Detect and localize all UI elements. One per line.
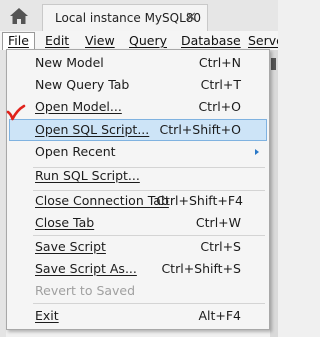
menu-item-open-sql-script[interactable]: Open SQL Script... Ctrl+Shift+O	[9, 119, 267, 141]
menu-item-shortcut: Ctrl+T	[200, 77, 241, 92]
menu-edit[interactable]: Edit	[45, 31, 69, 50]
menu-item-revert-to-saved: Revert to Saved	[9, 280, 267, 302]
menu-item-new-query-tab[interactable]: New Query Tab Ctrl+T	[9, 74, 267, 96]
tab-strip: Local instance MySQL80 ×	[0, 0, 278, 32]
menu-item-label: Close Tab	[35, 215, 95, 230]
menu-item-shortcut: Ctrl+Shift+F4	[156, 193, 243, 208]
menu-item-label: Revert to Saved	[35, 283, 136, 298]
menu-bar: File Edit View Query Database Server	[0, 31, 278, 50]
menu-item-label: Open Recent	[35, 144, 116, 159]
menu-item-label: New Model	[35, 55, 104, 70]
menu-file[interactable]: File	[2, 32, 35, 50]
menu-item-label: Exit	[35, 308, 59, 323]
red-checkmark-icon	[6, 104, 26, 121]
background-scrollbar	[270, 50, 278, 337]
menu-item-label: Save Script	[35, 239, 106, 254]
menu-item-shortcut: Ctrl+Shift+S	[161, 261, 241, 276]
menu-item-save-script-as[interactable]: Save Script As... Ctrl+Shift+S	[9, 258, 267, 280]
home-icon	[10, 7, 28, 24]
tab-label: Local instance MySQL80	[55, 11, 202, 25]
home-button[interactable]	[0, 0, 38, 31]
menu-item-close-tab[interactable]: Close Tab Ctrl+W	[9, 212, 267, 234]
menu-item-shortcut: Ctrl+N	[198, 55, 241, 70]
menu-item-shortcut: Ctrl+S	[200, 239, 241, 254]
menu-item-label: Open Model...	[35, 99, 122, 114]
menu-item-new-model[interactable]: New Model Ctrl+N	[9, 52, 267, 74]
menu-separator	[33, 303, 265, 304]
menu-item-label: Save Script As...	[35, 261, 137, 276]
menu-item-label: Close Connection Tab	[35, 193, 169, 208]
menu-item-shortcut: Ctrl+W	[195, 215, 241, 230]
menu-item-open-recent[interactable]: Open Recent	[9, 141, 267, 163]
close-icon[interactable]: ×	[185, 9, 197, 25]
file-menu-dropdown: New Model Ctrl+N New Query Tab Ctrl+T Op…	[6, 49, 270, 330]
menu-item-shortcut: Alt+F4	[198, 308, 241, 323]
menu-item-open-model[interactable]: Open Model... Ctrl+O	[9, 96, 267, 118]
submenu-arrow-icon	[255, 149, 259, 155]
menu-item-close-connection-tab[interactable]: Close Connection Tab Ctrl+Shift+F4	[9, 190, 267, 212]
menu-database[interactable]: Database	[181, 31, 241, 50]
menu-item-save-script[interactable]: Save Script Ctrl+S	[9, 236, 267, 258]
menu-item-shortcut: Ctrl+O	[198, 99, 241, 114]
menu-server[interactable]: Server	[248, 31, 278, 50]
tab-local-instance[interactable]: Local instance MySQL80 ×	[42, 4, 208, 31]
menu-item-run-sql-script[interactable]: Run SQL Script...	[9, 165, 267, 187]
menu-query[interactable]: Query	[129, 31, 167, 50]
menu-item-shortcut: Ctrl+Shift+O	[159, 122, 241, 137]
background-marker	[271, 58, 276, 70]
menu-item-label: New Query Tab	[35, 77, 130, 92]
menu-item-label: Run SQL Script...	[35, 168, 140, 183]
menu-item-label: Open SQL Script...	[35, 122, 150, 137]
menu-item-exit[interactable]: Exit Alt+F4	[9, 305, 267, 327]
menu-view[interactable]: View	[85, 31, 115, 50]
